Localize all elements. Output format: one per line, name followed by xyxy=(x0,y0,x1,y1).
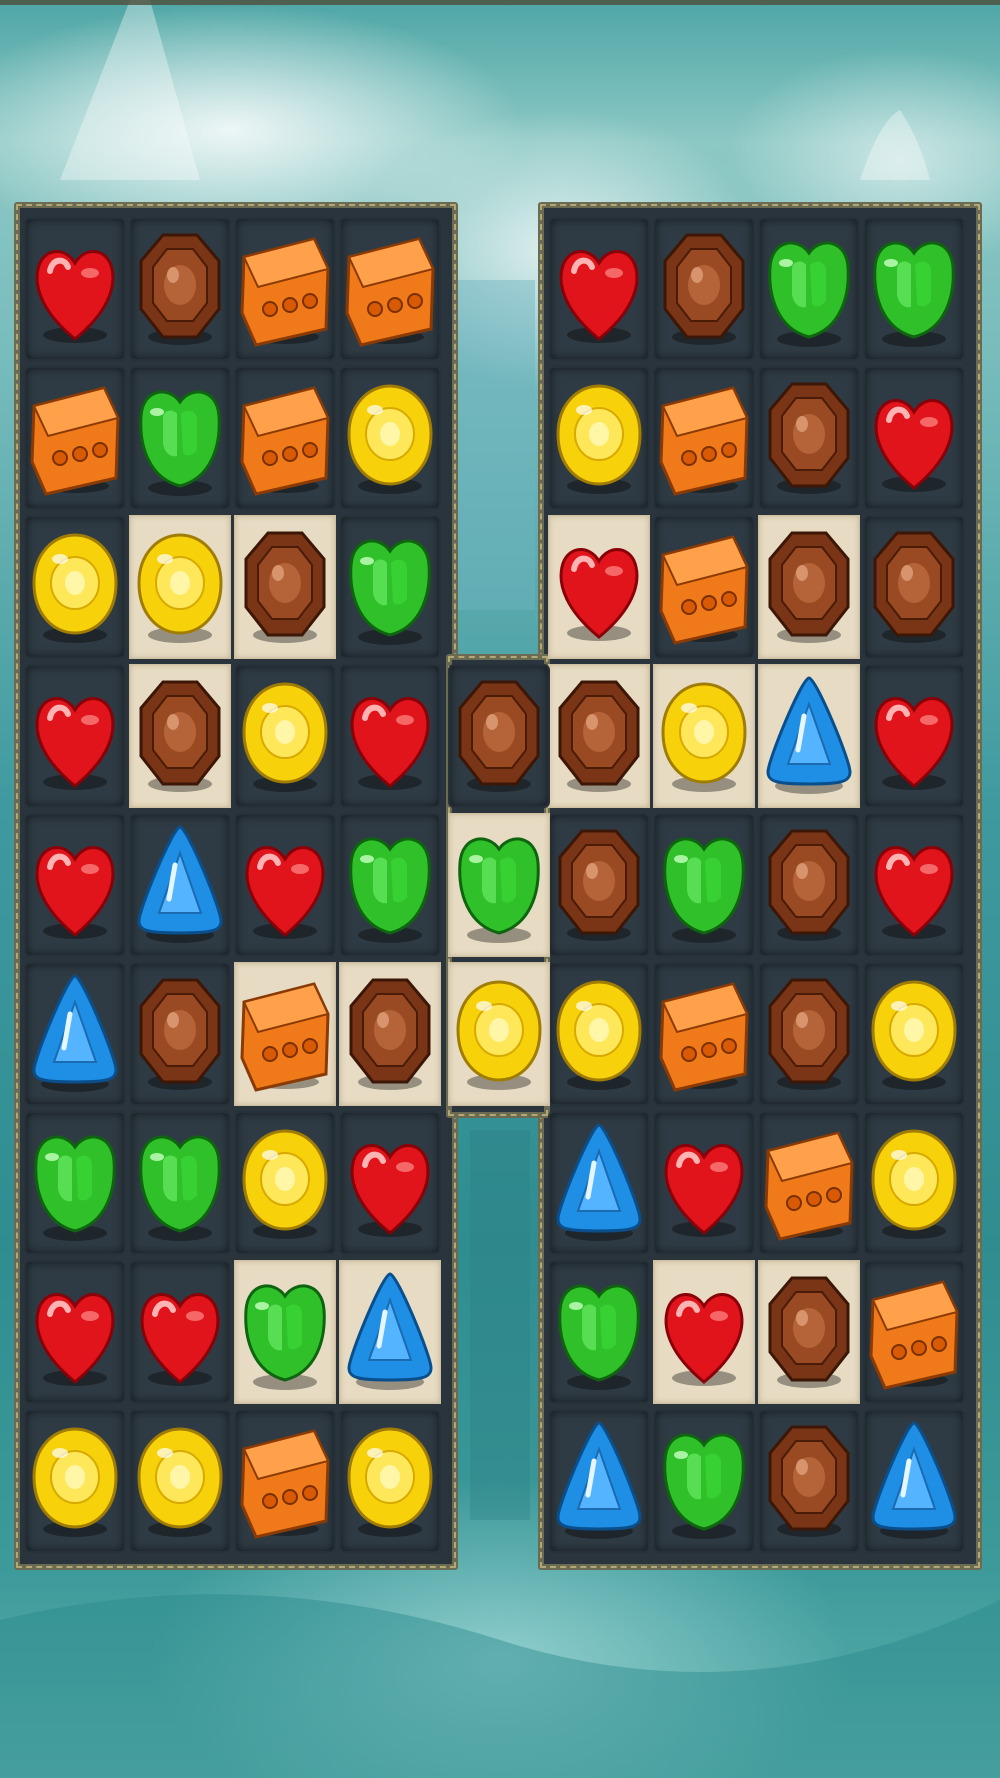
yellow-round-candy[interactable] xyxy=(24,515,126,659)
brown-chocolate-candy[interactable] xyxy=(758,962,860,1106)
orange-wafer-candy[interactable] xyxy=(863,1260,965,1404)
brown-chocolate-candy[interactable] xyxy=(548,664,650,808)
green-apple-candy[interactable] xyxy=(129,1111,231,1255)
red-heart-candy[interactable] xyxy=(653,1260,755,1404)
yellow-round-candy[interactable] xyxy=(129,1409,231,1553)
blue-triangle-candy[interactable] xyxy=(758,664,860,808)
red-heart-candy[interactable] xyxy=(129,1260,231,1404)
brown-chocolate-candy[interactable] xyxy=(863,515,965,659)
green-apple-candy[interactable] xyxy=(129,366,231,510)
brown-chocolate-candy[interactable] xyxy=(234,515,336,659)
brown-chocolate-candy[interactable] xyxy=(548,813,650,957)
red-heart-candy[interactable] xyxy=(24,664,126,808)
red-heart-candy[interactable] xyxy=(339,1111,441,1255)
yellow-round-candy[interactable] xyxy=(339,366,441,510)
red-heart-candy[interactable] xyxy=(24,1260,126,1404)
orange-wafer-candy[interactable] xyxy=(234,366,336,510)
orange-wafer-candy[interactable] xyxy=(234,1409,336,1553)
blue-triangle-candy[interactable] xyxy=(129,813,231,957)
red-heart-candy[interactable] xyxy=(24,813,126,957)
blue-triangle-candy[interactable] xyxy=(548,1409,650,1553)
brown-chocolate-candy[interactable] xyxy=(129,962,231,1106)
brown-chocolate-candy[interactable] xyxy=(758,515,860,659)
green-apple-candy[interactable] xyxy=(448,813,550,957)
orange-wafer-candy[interactable] xyxy=(653,962,755,1106)
red-heart-candy[interactable] xyxy=(863,813,965,957)
green-apple-candy[interactable] xyxy=(548,1260,650,1404)
red-heart-candy[interactable] xyxy=(548,515,650,659)
yellow-round-candy[interactable] xyxy=(24,1409,126,1553)
red-heart-candy[interactable] xyxy=(653,1111,755,1255)
yellow-round-candy[interactable] xyxy=(129,515,231,659)
orange-wafer-candy[interactable] xyxy=(758,1111,860,1255)
green-apple-candy[interactable] xyxy=(339,813,441,957)
blue-triangle-candy[interactable] xyxy=(548,1111,650,1255)
yellow-round-candy[interactable] xyxy=(548,366,650,510)
orange-wafer-candy[interactable] xyxy=(653,515,755,659)
red-heart-candy[interactable] xyxy=(339,664,441,808)
yellow-round-candy[interactable] xyxy=(863,1111,965,1255)
blue-triangle-candy[interactable] xyxy=(339,1260,441,1404)
red-heart-candy[interactable] xyxy=(863,366,965,510)
orange-wafer-candy[interactable] xyxy=(24,366,126,510)
brown-chocolate-candy[interactable] xyxy=(758,366,860,510)
green-apple-candy[interactable] xyxy=(653,813,755,957)
green-apple-candy[interactable] xyxy=(758,217,860,361)
red-heart-candy[interactable] xyxy=(24,217,126,361)
green-apple-candy[interactable] xyxy=(234,1260,336,1404)
red-heart-candy[interactable] xyxy=(234,813,336,957)
orange-wafer-candy[interactable] xyxy=(234,217,336,361)
orange-wafer-candy[interactable] xyxy=(234,962,336,1106)
brown-chocolate-candy[interactable] xyxy=(129,664,231,808)
orange-wafer-candy[interactable] xyxy=(653,366,755,510)
red-heart-candy[interactable] xyxy=(548,217,650,361)
brown-chocolate-candy[interactable] xyxy=(653,217,755,361)
yellow-round-candy[interactable] xyxy=(653,664,755,808)
brown-chocolate-candy[interactable] xyxy=(758,1409,860,1553)
yellow-round-candy[interactable] xyxy=(448,962,550,1106)
green-apple-candy[interactable] xyxy=(653,1409,755,1553)
orange-wafer-candy[interactable] xyxy=(339,217,441,361)
brown-chocolate-candy[interactable] xyxy=(758,1260,860,1404)
blue-triangle-candy[interactable] xyxy=(863,1409,965,1553)
blue-triangle-candy[interactable] xyxy=(24,962,126,1106)
yellow-round-candy[interactable] xyxy=(863,962,965,1106)
green-apple-candy[interactable] xyxy=(24,1111,126,1255)
brown-chocolate-candy[interactable] xyxy=(448,664,550,808)
brown-chocolate-candy[interactable] xyxy=(339,962,441,1106)
green-apple-candy[interactable] xyxy=(863,217,965,361)
red-heart-candy[interactable] xyxy=(863,664,965,808)
green-apple-candy[interactable] xyxy=(339,515,441,659)
brown-chocolate-candy[interactable] xyxy=(758,813,860,957)
yellow-round-candy[interactable] xyxy=(234,664,336,808)
yellow-round-candy[interactable] xyxy=(548,962,650,1106)
yellow-round-candy[interactable] xyxy=(339,1409,441,1553)
yellow-round-candy[interactable] xyxy=(234,1111,336,1255)
brown-chocolate-candy[interactable] xyxy=(129,217,231,361)
game-board xyxy=(0,0,1000,1778)
